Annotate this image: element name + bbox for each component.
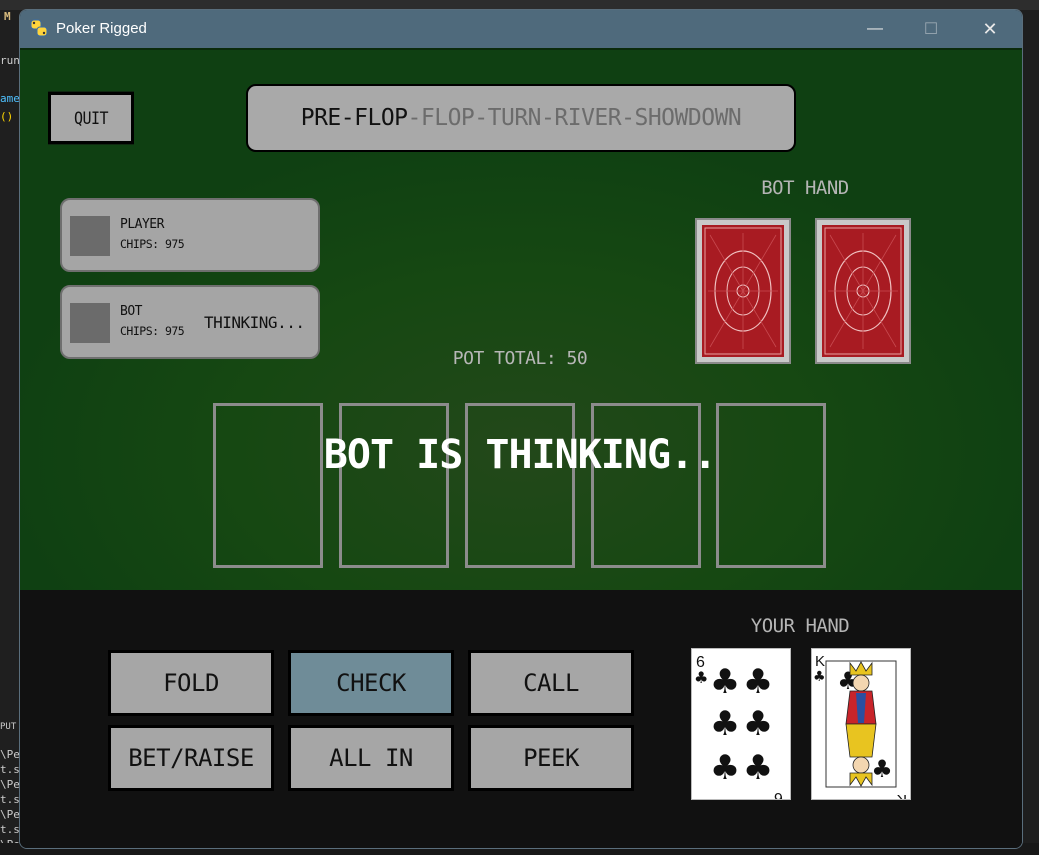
stage-banner: PRE-FLOP - FLOP - TURN - RIVER - SHOWDOWN xyxy=(246,84,796,152)
svg-text:♣: ♣ xyxy=(710,662,740,702)
bot-thinking-overlay: BOT IS THINKING.. xyxy=(323,432,717,478)
player-name: PLAYER xyxy=(120,217,164,232)
player-avatar xyxy=(70,216,110,256)
bot-hand-label: BOT HAND xyxy=(761,177,849,199)
player-info-panel: PLAYER CHIPS: 975 xyxy=(60,198,320,272)
svg-text:♣: ♣ xyxy=(743,748,773,788)
quit-button[interactable]: QUIT xyxy=(48,91,134,145)
community-card-slot xyxy=(716,403,826,568)
ide-code-snippet: () xyxy=(0,110,14,123)
bot-avatar xyxy=(70,303,110,343)
call-button[interactable]: CALL xyxy=(468,650,634,716)
svg-text:♣: ♣ xyxy=(743,704,773,744)
fold-button[interactable]: FOLD xyxy=(108,650,274,716)
ide-code-snippet: ame xyxy=(0,92,20,105)
king-of-clubs-icon: K ♣ ♣ ♣ K xyxy=(813,653,907,808)
player-chips: CHIPS: 975 xyxy=(120,237,185,251)
svg-text:♣: ♣ xyxy=(813,669,826,685)
ide-tab-letter: M xyxy=(4,10,11,23)
ide-terminal-line: \Pe xyxy=(0,808,20,821)
bot-status: THINKING... xyxy=(204,313,305,332)
svg-text:6: 6 xyxy=(774,789,783,799)
bot-name: BOT xyxy=(120,304,142,319)
svg-text:♣: ♣ xyxy=(694,668,708,687)
stage-separator: - xyxy=(621,105,635,131)
stage-separator: - xyxy=(474,105,488,131)
community-card-slot xyxy=(339,403,449,568)
bot-chips: CHIPS: 975 xyxy=(120,324,185,338)
svg-text:♣: ♣ xyxy=(710,748,740,788)
minimize-button[interactable]: — xyxy=(852,10,898,48)
bot-card-back xyxy=(695,218,791,364)
game-window: Poker Rigged — ☐ ✕ QUIT PRE-FLOP - FLOP - TU… xyxy=(19,9,1023,849)
community-card-slot xyxy=(465,403,575,568)
all-in-button[interactable]: ALL IN xyxy=(288,725,454,791)
bot-card-back xyxy=(815,218,911,364)
svg-text:♣: ♣ xyxy=(871,755,893,783)
maximize-button[interactable]: ☐ xyxy=(908,10,954,48)
svg-text:♣: ♣ xyxy=(710,704,740,744)
ide-code-snippet: run xyxy=(0,54,20,67)
your-hand-label: YOUR HAND xyxy=(750,615,850,637)
ide-panel-label: PUT xyxy=(0,722,17,732)
ide-editor-gutter: M run ame () PUT \Pe t.su \Pe t.su \Pe t… xyxy=(0,10,20,855)
check-button[interactable]: CHECK xyxy=(288,650,454,716)
bot-info-panel: BOT CHIPS: 975 THINKING... xyxy=(60,285,320,359)
python-snake-icon xyxy=(30,19,48,37)
stage-river: RIVER xyxy=(554,105,622,131)
six-of-clubs-icon: 6 ♣ ♣ ♣ ♣ ♣ ♣ ♣ 6 xyxy=(694,654,783,806)
ide-terminal-line: t.su xyxy=(0,793,20,806)
stage-flop: FLOP xyxy=(420,105,475,131)
svg-text:♣: ♣ xyxy=(743,662,773,702)
community-card-slot xyxy=(591,403,701,568)
bet-raise-button[interactable]: BET/RAISE xyxy=(108,725,274,791)
window-title: Poker Rigged xyxy=(56,20,147,37)
stage-turn: TURN xyxy=(487,105,542,131)
stage-separator: - xyxy=(407,105,422,131)
card-back-pattern-icon xyxy=(822,225,904,357)
svg-text:K: K xyxy=(815,653,825,670)
community-card-slot xyxy=(213,403,323,568)
ide-terminal-line: t.su xyxy=(0,763,20,776)
stage-showdown: SHOWDOWN xyxy=(634,105,742,131)
close-button[interactable]: ✕ xyxy=(967,10,1013,48)
card-back-pattern-icon xyxy=(702,225,784,357)
poker-table: QUIT PRE-FLOP - FLOP - TURN - RIVER - SHOWDOWN P… xyxy=(20,48,1022,592)
window-titlebar[interactable]: Poker Rigged — ☐ ✕ xyxy=(20,10,1022,48)
stage-pre-flop: PRE-FLOP xyxy=(300,105,408,131)
ide-terminal-line: \Pe xyxy=(0,778,20,791)
peek-button[interactable]: PEEK xyxy=(468,725,634,791)
pot-total: POT TOTAL: 50 xyxy=(452,348,588,369)
svg-text:K: K xyxy=(897,791,907,799)
stage-separator: - xyxy=(541,105,555,131)
ide-terminal-line: \Pe xyxy=(0,748,20,761)
player-card-king-of-clubs: K ♣ ♣ ♣ K xyxy=(811,648,911,808)
player-card-six-of-clubs: 6 ♣ ♣ ♣ ♣ ♣ ♣ ♣ 6 xyxy=(691,648,791,806)
ide-terminal-line: t.su xyxy=(0,823,20,836)
